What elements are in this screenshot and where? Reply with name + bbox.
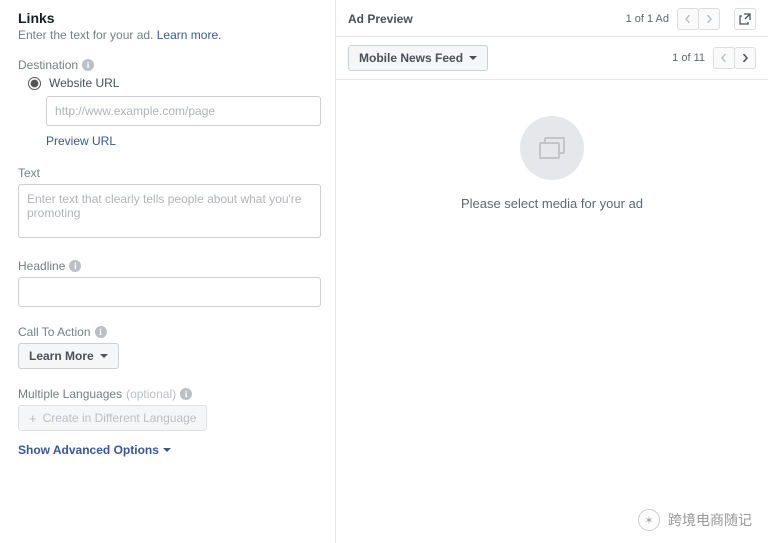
- destination-label: Destination: [18, 58, 78, 72]
- info-icon[interactable]: i: [95, 326, 107, 338]
- chevron-down-icon: [163, 448, 171, 452]
- chevron-down-icon: [469, 56, 477, 60]
- chevron-left-icon: [684, 15, 692, 23]
- chevron-left-icon: [720, 54, 728, 62]
- chevron-right-icon: [741, 54, 749, 62]
- create-language-button[interactable]: + Create in Different Language: [18, 405, 207, 431]
- info-icon[interactable]: i: [82, 59, 94, 71]
- ad-preview-title: Ad Preview: [348, 12, 413, 26]
- watermark: ✶ 跨境电商随记: [638, 509, 752, 531]
- subtitle-text: Enter the text for your ad.: [18, 28, 153, 42]
- info-icon[interactable]: i: [69, 260, 81, 272]
- media-placeholder-icon: [520, 116, 584, 180]
- headline-label: Headline: [18, 259, 65, 273]
- create-language-label: Create in Different Language: [43, 411, 197, 425]
- website-url-radio[interactable]: [28, 77, 41, 90]
- text-label: Text: [18, 166, 40, 180]
- advanced-label: Show Advanced Options: [18, 443, 159, 457]
- prev-variation-button[interactable]: [713, 47, 735, 69]
- learn-more-link[interactable]: Learn more.: [157, 28, 222, 42]
- cta-label: Call To Action: [18, 325, 91, 339]
- section-title: Links: [18, 10, 321, 26]
- website-url-input[interactable]: [46, 96, 321, 126]
- languages-optional: (optional): [126, 387, 176, 401]
- prev-ad-button[interactable]: [677, 8, 699, 30]
- plus-icon: +: [29, 412, 37, 425]
- show-advanced-options[interactable]: Show Advanced Options: [18, 443, 321, 457]
- cta-select[interactable]: Learn More: [18, 343, 119, 369]
- feed-selector[interactable]: Mobile News Feed: [348, 45, 488, 71]
- variation-pager: 1 of 11: [672, 52, 705, 64]
- chevron-down-icon: [100, 354, 108, 358]
- chevron-right-icon: [705, 15, 713, 23]
- feed-selector-value: Mobile News Feed: [359, 51, 463, 65]
- headline-input[interactable]: [18, 277, 321, 307]
- languages-label: Multiple Languages: [18, 387, 122, 401]
- popout-icon: [739, 13, 751, 25]
- next-ad-button[interactable]: [698, 8, 720, 30]
- next-variation-button[interactable]: [734, 47, 756, 69]
- ad-pager: 1 of 1 Ad: [626, 13, 669, 25]
- preview-empty-state: Please select media for your ad: [336, 80, 768, 543]
- popout-button[interactable]: [734, 8, 756, 30]
- preview-empty-text: Please select media for your ad: [461, 196, 643, 211]
- cta-select-value: Learn More: [29, 349, 94, 363]
- watermark-text: 跨境电商随记: [668, 510, 752, 530]
- preview-url-link[interactable]: Preview URL: [46, 134, 321, 148]
- section-subtitle: Enter the text for your ad. Learn more.: [18, 28, 321, 42]
- wechat-icon: ✶: [638, 509, 660, 531]
- website-url-label: Website URL: [49, 76, 119, 90]
- ad-text-input[interactable]: [18, 184, 321, 238]
- info-icon[interactable]: i: [180, 388, 192, 400]
